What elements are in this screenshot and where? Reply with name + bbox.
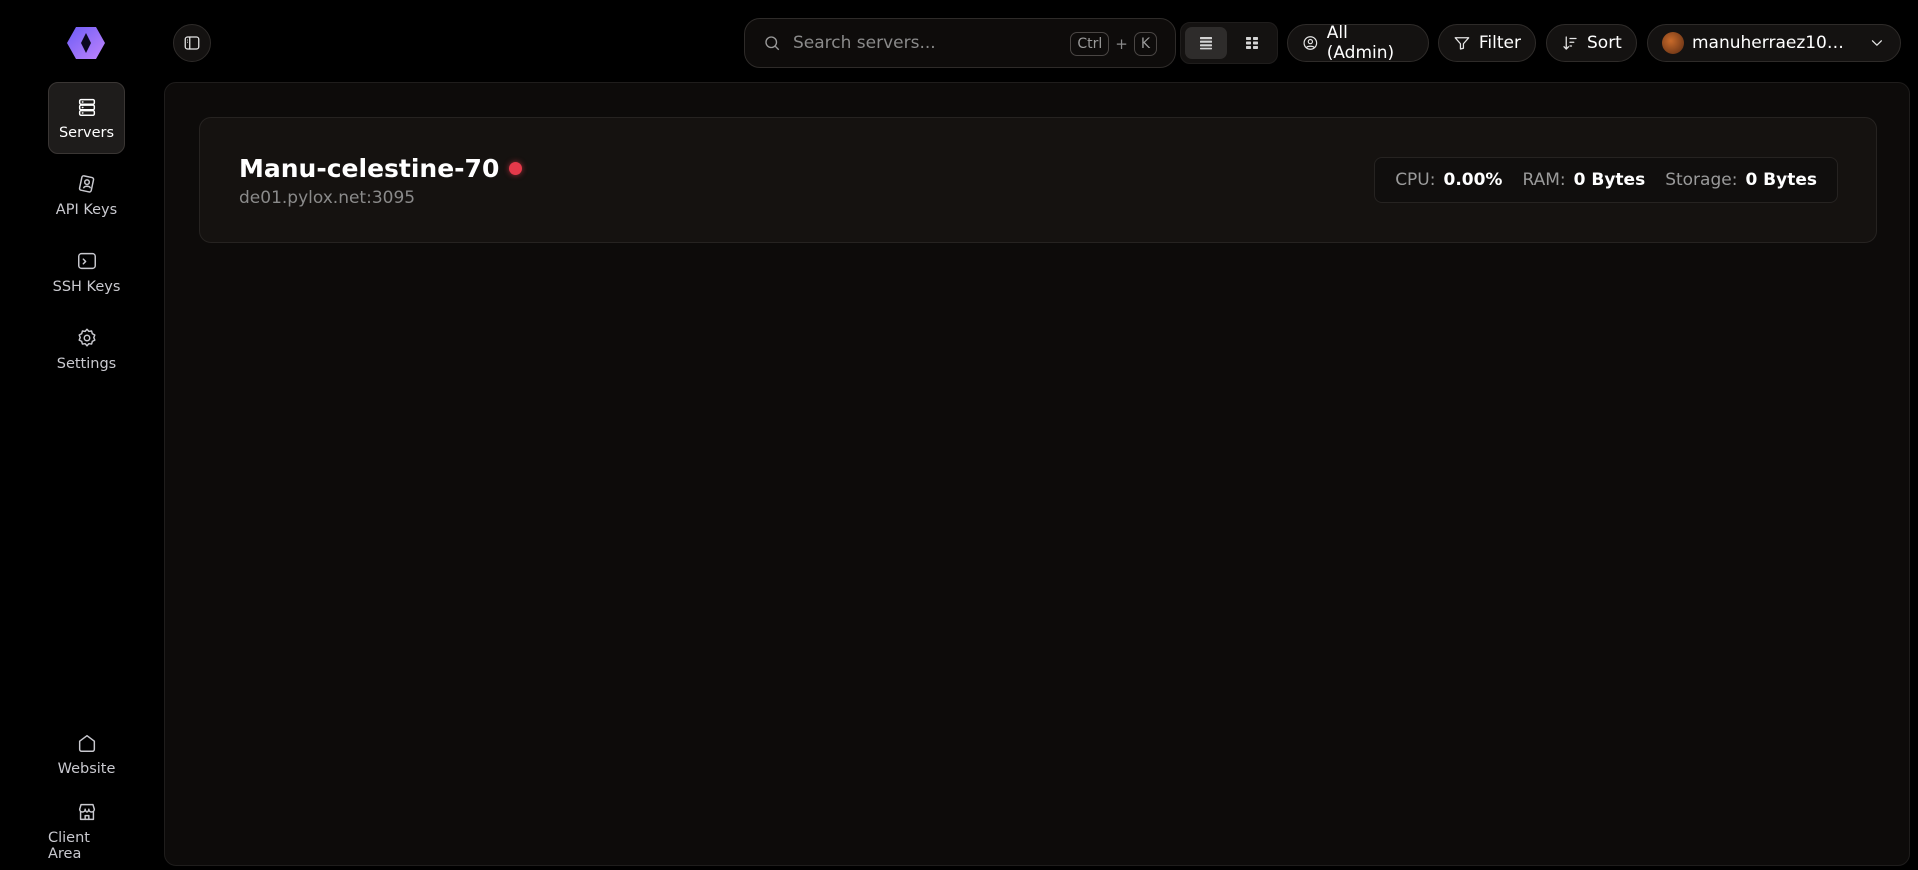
grid-icon	[1246, 37, 1258, 49]
server-stats: CPU: 0.00% RAM: 0 Bytes Storage: 0 Bytes	[1374, 157, 1838, 203]
cpu-value: 0.00%	[1443, 170, 1503, 190]
cpu-stat: CPU: 0.00%	[1395, 170, 1502, 190]
ram-label: RAM:	[1522, 170, 1566, 190]
sidebar-item-label: Settings	[56, 356, 117, 372]
user-menu-button[interactable]: manuherraez10@h...	[1647, 24, 1901, 62]
sidebar-item-label: API Keys	[55, 202, 118, 218]
sidebar-item-ssh-keys[interactable]: SSH Keys	[48, 236, 125, 308]
app-root: Servers API Keys SSH Keys Settings Websi	[0, 0, 1918, 870]
storage-value: 0 Bytes	[1745, 170, 1817, 190]
list-view-button[interactable]	[1185, 27, 1227, 59]
servers-icon	[75, 95, 99, 119]
ram-stat: RAM: 0 Bytes	[1522, 170, 1645, 190]
user-circle-icon	[1303, 36, 1318, 50]
admin-scope-label: All (Admin)	[1326, 23, 1395, 63]
ram-value: 0 Bytes	[1573, 170, 1646, 190]
search-shortcut: Ctrl + K	[1070, 32, 1157, 56]
sidebar-item-servers[interactable]: Servers	[48, 82, 125, 154]
sidebar-item-label: Servers	[58, 125, 115, 141]
server-name-row: Manu-celestine-70	[239, 154, 523, 183]
gear-icon	[75, 326, 99, 350]
user-email: manuherraez10@h...	[1692, 33, 1861, 53]
sidebar-item-website[interactable]: Website	[48, 718, 125, 790]
shortcut-plus: +	[1115, 35, 1128, 53]
server-address: de01.pylox.net:3095	[239, 188, 416, 208]
logo-icon	[67, 27, 105, 59]
app-logo[interactable]	[66, 25, 106, 61]
status-indicator	[509, 162, 523, 175]
avatar	[1662, 32, 1684, 54]
grid-view-button[interactable]	[1231, 27, 1273, 59]
sidebar-item-client-area[interactable]: Client Area	[48, 795, 125, 867]
search-icon	[765, 36, 780, 51]
api-key-icon	[75, 172, 99, 196]
shortcut-key-ctrl: Ctrl	[1070, 32, 1110, 56]
sidebar-item-label: Client Area	[48, 830, 90, 862]
list-icon	[1200, 37, 1212, 50]
sidebar-item-settings[interactable]: Settings	[48, 313, 125, 385]
sidebar-item-label: SSH Keys	[52, 279, 121, 295]
filter-label: Filter	[1478, 33, 1521, 53]
filter-button[interactable]: Filter	[1438, 24, 1536, 62]
sort-label: Sort	[1587, 33, 1622, 53]
home-icon	[75, 731, 99, 755]
sort-button[interactable]: Sort	[1546, 24, 1637, 62]
sidebar-toggle-icon	[184, 36, 200, 50]
storage-stat: Storage: 0 Bytes	[1665, 170, 1817, 190]
main-panel: Manu-celestine-70 de01.pylox.net:3095 CP…	[164, 82, 1910, 866]
sidebar: Servers API Keys SSH Keys Settings Websi	[0, 0, 172, 870]
shortcut-key-k: K	[1133, 32, 1157, 56]
cpu-label: CPU:	[1395, 170, 1436, 190]
chevron-down-icon	[1872, 40, 1883, 46]
admin-scope-button[interactable]: All (Admin)	[1287, 23, 1429, 63]
server-name: Manu-celestine-70	[239, 154, 500, 183]
sort-icon	[1563, 36, 1577, 50]
view-toggle	[1180, 22, 1278, 64]
sidebar-toggle-button[interactable]	[173, 24, 211, 62]
sidebar-item-label: Website	[57, 761, 116, 777]
storage-label: Storage:	[1665, 170, 1738, 190]
server-card[interactable]: Manu-celestine-70 de01.pylox.net:3095 CP…	[199, 117, 1877, 243]
store-icon	[75, 800, 99, 824]
terminal-icon	[75, 249, 99, 273]
sidebar-item-api-keys[interactable]: API Keys	[48, 159, 125, 231]
filter-icon	[1454, 37, 1470, 50]
search-input[interactable]	[793, 33, 1063, 53]
search-bar[interactable]: Ctrl + K	[744, 18, 1176, 68]
